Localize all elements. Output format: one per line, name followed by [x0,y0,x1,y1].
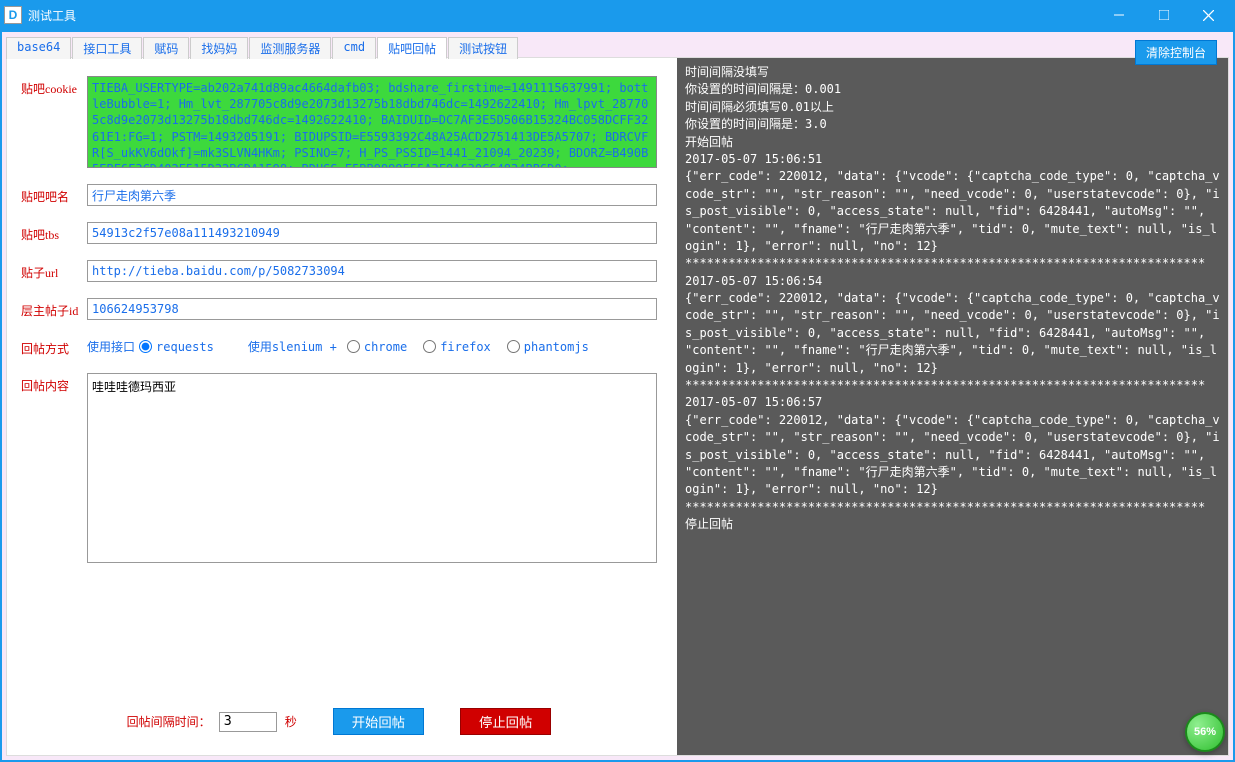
tid-label: 层主帖子id [21,298,87,319]
interval-unit: 秒 [285,713,297,730]
tab-cmd[interactable]: cmd [332,37,376,59]
bar-name-input[interactable] [87,184,657,206]
cookie-label: 贴吧cookie [21,76,87,97]
titlebar: D 测试工具 [0,0,1235,30]
progress-badge: 56% [1185,712,1225,752]
url-label: 贴子url [21,260,87,281]
close-button[interactable] [1186,0,1231,30]
tbs-input[interactable] [87,222,657,244]
radio-firefox[interactable]: firefox [423,340,491,354]
radio-phantomjs[interactable]: phantomjs [507,340,589,354]
bottom-controls: 回帖间隔时间： 秒 开始回帖 停止回帖 [21,708,657,735]
content-area: base64 接口工具 赋码 找妈妈 监测服务器 cmd 贴吧回帖 测试按钮 清… [2,32,1233,760]
panel-row: 贴吧cookie TIEBA_USERTYPE=ab202a741d89ac46… [6,57,1229,756]
interval-input[interactable] [219,712,277,732]
tab-interface[interactable]: 接口工具 [72,37,142,59]
interval-label: 回帖间隔时间： [127,713,211,730]
url-input[interactable] [87,260,657,282]
method-selenium-label: 使用slenium + [248,338,337,355]
maximize-button[interactable] [1141,0,1186,30]
tbs-label: 贴吧tbs [21,222,87,243]
app-icon: D [4,6,22,24]
radio-requests[interactable]: requests [139,340,214,354]
tab-test-button[interactable]: 测试按钮 [448,37,518,59]
tabstrip: base64 接口工具 赋码 找妈妈 监测服务器 cmd 贴吧回帖 测试按钮 [6,36,1229,58]
window-title: 测试工具 [28,7,76,24]
bar-name-label: 贴吧吧名 [21,184,87,205]
app-window: D 测试工具 base64 接口工具 赋码 找妈妈 监测服务器 cmd 贴吧回帖… [0,0,1235,762]
tab-fuma[interactable]: 赋码 [143,37,189,59]
radio-chrome[interactable]: chrome [347,340,407,354]
form-panel: 贴吧cookie TIEBA_USERTYPE=ab202a741d89ac46… [7,58,677,755]
console-output[interactable]: 时间间隔没填写 你设置的时间间隔是：0.001 时间间隔必须填写0.01以上 你… [677,58,1228,755]
clear-console-button[interactable]: 清除控制台 [1135,40,1217,65]
stop-button[interactable]: 停止回帖 [460,708,551,735]
tab-zhaomama[interactable]: 找妈妈 [190,37,248,59]
tab-monitor[interactable]: 监测服务器 [249,37,331,59]
method-label: 回帖方式 [21,336,87,357]
content-label: 回帖内容 [21,373,87,394]
start-button[interactable]: 开始回帖 [333,708,424,735]
tab-tieba[interactable]: 贴吧回帖 [377,37,447,59]
method-api-label: 使用接口 [87,338,135,355]
minimize-button[interactable] [1096,0,1141,30]
tab-base64[interactable]: base64 [6,37,71,59]
cookie-input[interactable]: TIEBA_USERTYPE=ab202a741d89ac4664dafb03;… [87,76,657,168]
tid-input[interactable] [87,298,657,320]
content-input[interactable]: 哇哇哇德玛西亚 [87,373,657,563]
